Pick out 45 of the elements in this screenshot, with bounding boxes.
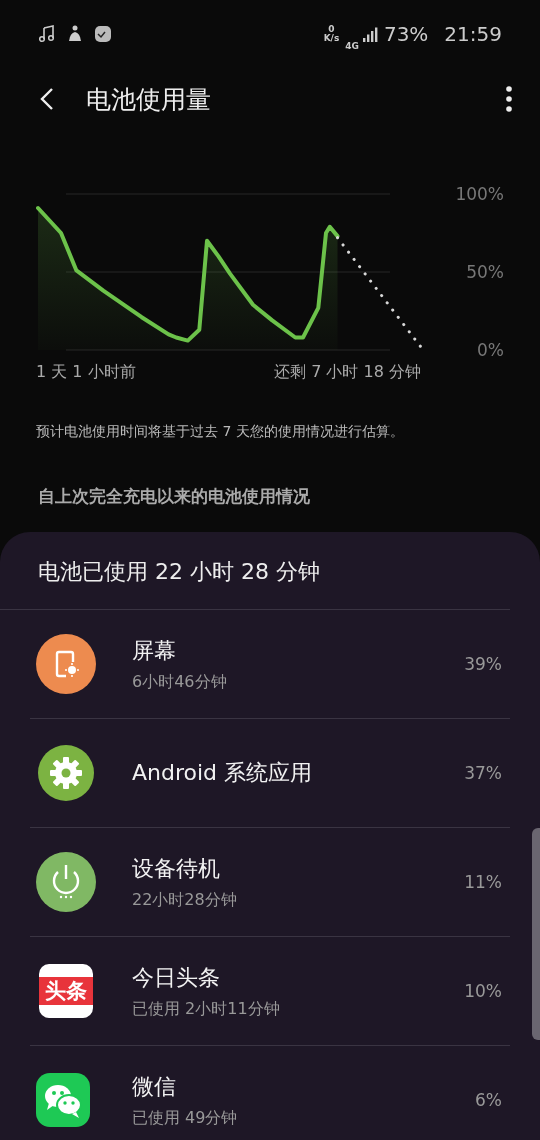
more-icon	[506, 86, 512, 112]
usage-row[interactable]: 头条 今日头条 已使用 2小时11分钟 10%	[30, 937, 510, 1046]
app-name: Android 系统应用	[132, 759, 314, 787]
usage-percent: 11%	[464, 872, 502, 892]
axis-label: 50%	[466, 262, 504, 282]
remaining-time-label: 还剩 7 小时 18 分钟	[274, 362, 421, 383]
usage-row[interactable]: 微信 已使用 49分钟 6%	[30, 1046, 510, 1140]
network-type: 4G	[345, 41, 359, 51]
usage-time: 6小时46分钟	[132, 671, 228, 693]
gear-icon	[36, 743, 96, 803]
screen-brightness-icon	[36, 634, 96, 694]
usage-percent: 10%	[464, 981, 502, 1001]
app-logo-text: 头条	[39, 977, 93, 1005]
usage-total: 电池已使用 22 小时 28 分钟	[0, 532, 510, 610]
usage-time: 已使用 49分钟	[132, 1107, 239, 1129]
section-heading: 自上次完全充电以来的电池使用情况	[37, 485, 311, 508]
figure-icon	[66, 25, 84, 43]
check-badge-icon	[94, 25, 112, 43]
page-title: 电池使用量	[86, 83, 212, 116]
usage-percent: 37%	[464, 763, 502, 783]
usage-row[interactable]: 屏幕 6小时46分钟 39%	[30, 610, 510, 719]
clock: 21:59	[444, 22, 502, 46]
usage-time: 22小时28分钟	[132, 889, 238, 911]
net-speed-value: 0	[328, 25, 335, 34]
music-note-icon	[38, 25, 56, 43]
usage-percent: 6%	[475, 1090, 502, 1110]
app-name: 屏幕	[132, 636, 177, 665]
more-options-button[interactable]	[504, 84, 514, 114]
usage-time: 已使用 2小时11分钟	[132, 998, 281, 1020]
usage-row[interactable]: 设备待机 22小时28分钟 11%	[30, 828, 510, 937]
signal-icon	[362, 26, 378, 42]
axis-label: 100%	[455, 184, 504, 204]
start-time-label: 1 天 1 小时前	[36, 362, 136, 383]
app-name: 今日头条	[132, 963, 221, 992]
usage-row[interactable]: Android 系统应用 37%	[30, 719, 510, 828]
battery-percent: 73%	[383, 22, 429, 46]
axis-label: 0%	[477, 340, 504, 360]
chat-bubbles-icon	[36, 1073, 90, 1127]
usage-percent: 39%	[464, 654, 502, 674]
back-icon	[40, 87, 54, 111]
net-speed-unit: K/s	[323, 34, 340, 43]
estimate-note: 预计电池使用时间将基于过去 7 天您的使用情况进行估算。	[35, 423, 405, 441]
power-icon	[36, 852, 96, 912]
app-name: 微信	[132, 1072, 177, 1101]
app-name: 设备待机	[132, 854, 221, 883]
